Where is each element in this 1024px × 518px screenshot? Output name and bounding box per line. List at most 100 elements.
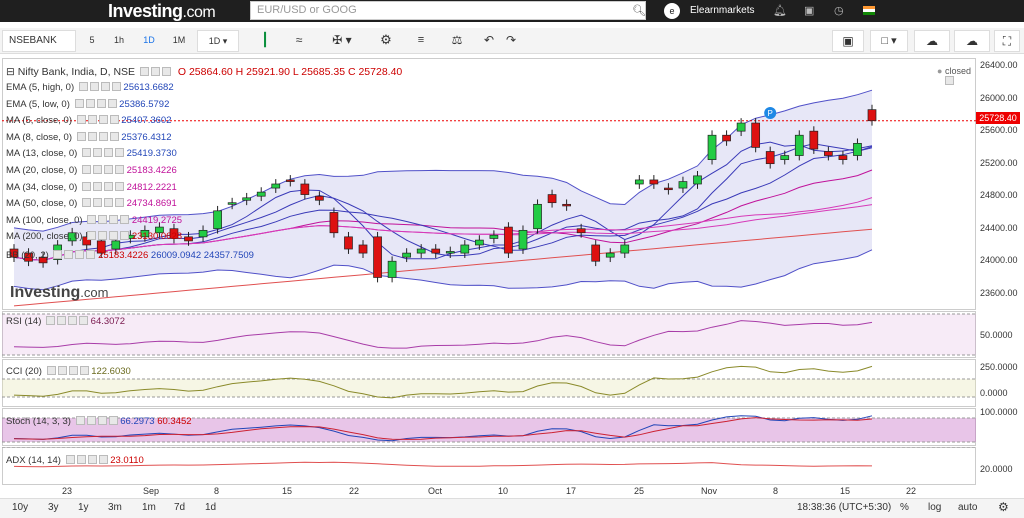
close-icon[interactable] [161, 67, 171, 76]
template-select[interactable]: □ ▾ [870, 30, 908, 52]
indicator-settings-icon[interactable] [92, 181, 102, 191]
symbol-input[interactable]: NSEBANK [2, 30, 76, 52]
stoch-close-icon[interactable] [97, 416, 107, 425]
indicator-eye-icon[interactable] [81, 165, 91, 174]
cloud-download-icon[interactable]: ☁ [914, 30, 950, 52]
indicator-more-icon[interactable] [109, 131, 119, 141]
indicator-close-icon[interactable] [98, 131, 108, 141]
percent-toggle[interactable]: % [900, 502, 909, 513]
interval-1d-button[interactable]: 1D [137, 30, 161, 52]
indicator-close-icon[interactable] [109, 214, 119, 224]
stoch-settings-icon[interactable] [86, 416, 96, 425]
user-name[interactable]: Elearnmarkets [690, 5, 754, 16]
eye-icon[interactable] [139, 67, 149, 76]
indicator-settings-icon[interactable] [92, 165, 102, 174]
avatar[interactable]: e [664, 3, 680, 19]
indicator-eye-icon[interactable] [87, 231, 97, 241]
bb-more-icon[interactable] [86, 250, 96, 259]
indicator-settings-icon[interactable] [87, 115, 97, 125]
cci-close-icon[interactable] [68, 366, 78, 375]
settings-gear-icon[interactable]: ⚙ [998, 500, 1009, 514]
indicator-more-icon[interactable] [109, 115, 119, 125]
indicator-eye-icon[interactable] [76, 131, 86, 141]
indicator-eye-icon[interactable] [87, 214, 97, 224]
indicator-eye-icon[interactable] [81, 181, 91, 191]
adx-close-icon[interactable] [87, 455, 97, 464]
cci-settings-icon[interactable] [57, 366, 67, 375]
range-10y[interactable]: 10y [12, 502, 28, 513]
indicator-more-icon[interactable] [114, 198, 124, 208]
indicator-settings-icon[interactable] [85, 98, 95, 108]
investing-logo[interactable]: Investing.com [108, 1, 216, 22]
indicator-settings-icon[interactable] [92, 148, 102, 158]
range-7d[interactable]: 7d [174, 502, 185, 513]
adx-more-icon[interactable] [98, 455, 108, 464]
interval-select[interactable]: 1D ▾ [197, 30, 239, 52]
interval-1h-button[interactable]: 1h [108, 30, 130, 52]
settings-icon[interactable] [150, 67, 160, 76]
indicator-eye-icon[interactable] [81, 148, 91, 158]
fullscreen-icon[interactable]: ⛶ [994, 30, 1020, 52]
indicator-more-icon[interactable] [107, 98, 117, 108]
cloud-upload-icon[interactable]: ☁ [954, 30, 990, 52]
indicator-close-icon[interactable] [103, 165, 113, 174]
briefcase-icon[interactable]: ▣ [804, 4, 814, 17]
range-3m[interactable]: 3m [108, 502, 122, 513]
indicator-close-icon[interactable] [109, 231, 119, 241]
bb-eye-icon[interactable] [53, 250, 63, 259]
draw-tools-icon[interactable]: ✠ ▾ [318, 30, 366, 52]
indicator-close-icon[interactable] [103, 181, 113, 191]
collapse-icon[interactable]: ⊟ [6, 66, 15, 78]
indicator-settings-icon[interactable] [89, 82, 99, 91]
indicator-close-icon[interactable] [103, 148, 113, 158]
rsi-settings-icon[interactable] [57, 316, 67, 325]
camera-icon[interactable]: ▣ [832, 30, 864, 52]
indicator-more-icon[interactable] [120, 231, 130, 241]
indicator-close-icon[interactable] [96, 98, 106, 108]
indicator-more-icon[interactable] [114, 148, 124, 158]
indicator-close-icon[interactable] [98, 115, 108, 125]
rsi-eye-icon[interactable] [46, 316, 56, 325]
bb-close-icon[interactable] [75, 250, 85, 259]
rsi-close-icon[interactable] [68, 316, 78, 325]
search-input[interactable]: EUR/USD or GOOG [250, 1, 646, 20]
adx-settings-icon[interactable] [76, 455, 86, 464]
scales-icon[interactable]: ⚖ [442, 30, 472, 52]
bell-icon[interactable]: 🔔︎ [773, 4, 787, 17]
compare-icon[interactable]: ≡ [406, 30, 436, 52]
indicator-eye-icon[interactable] [76, 115, 86, 125]
stoch-more-icon[interactable] [108, 416, 118, 425]
indicator-settings-icon[interactable] [92, 198, 102, 208]
price-axis[interactable] [976, 58, 1024, 498]
indicator-close-icon[interactable] [100, 82, 110, 91]
stoch-eye-icon[interactable] [75, 416, 85, 425]
indicators-icon[interactable]: ≈ [284, 30, 314, 52]
bb-settings-icon[interactable] [64, 250, 74, 259]
candles-icon[interactable]: ┃ [252, 30, 278, 52]
cci-more-icon[interactable] [79, 366, 89, 375]
indicator-settings-icon[interactable] [87, 131, 97, 141]
interval-5-button[interactable]: 5 [82, 30, 102, 52]
range-1y[interactable]: 1y [78, 502, 89, 513]
cci-eye-icon[interactable] [46, 366, 56, 375]
indicator-eye-icon[interactable] [74, 98, 84, 108]
search-icon[interactable]: 🔍︎ [632, 4, 646, 17]
indicator-more-icon[interactable] [111, 82, 121, 91]
settings-gear-icon[interactable]: ⚙ [372, 30, 400, 52]
indicator-settings-icon[interactable] [98, 214, 108, 224]
indicator-eye-icon[interactable] [78, 82, 88, 91]
redo-icon[interactable]: ↷ [500, 30, 522, 52]
adx-eye-icon[interactable] [65, 455, 75, 464]
log-toggle[interactable]: log [928, 502, 941, 513]
indicator-eye-icon[interactable] [81, 198, 91, 208]
range-1d[interactable]: 1d [205, 502, 216, 513]
indicator-more-icon[interactable] [114, 181, 124, 191]
india-flag-icon[interactable] [863, 6, 875, 15]
undo-icon[interactable]: ↶ [478, 30, 500, 52]
indicator-more-icon[interactable] [114, 165, 124, 174]
indicator-more-icon[interactable] [120, 214, 130, 224]
indicator-close-icon[interactable] [103, 198, 113, 208]
clock-icon[interactable]: ◷ [834, 4, 844, 17]
interval-1m-button[interactable]: 1M [167, 30, 191, 52]
range-1m[interactable]: 1m [142, 502, 156, 513]
